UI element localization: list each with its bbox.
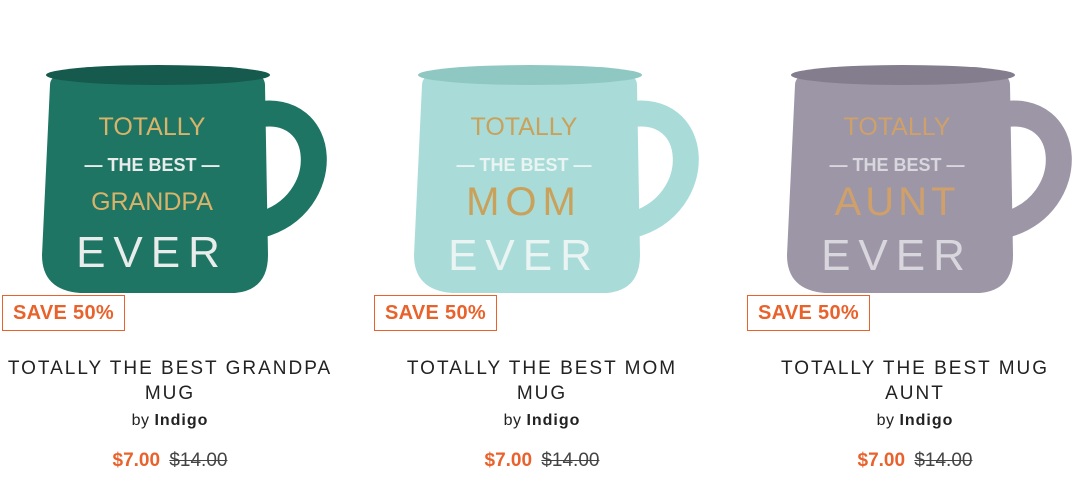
mug-rim [46, 65, 270, 85]
price-block: $7.00 $14.00 [372, 450, 712, 472]
mug-text-line: EVER [448, 231, 600, 280]
save-badge: SAVE 50% [2, 295, 125, 331]
sale-price: $7.00 [857, 450, 906, 471]
byline-prefix: by [131, 412, 150, 429]
mug-text-line: MOM [466, 180, 582, 224]
mug-text-line: — THE BEST — [84, 155, 219, 175]
brand-name: Indigo [526, 412, 581, 429]
brand-name: Indigo [154, 412, 209, 429]
mug-text-line: EVER [76, 228, 228, 277]
mug-rim [418, 65, 642, 85]
mug-illustration: TOTALLY — THE BEST — MOM EVER [414, 65, 699, 293]
product-title-line: TOTALLY THE BEST MUG [780, 358, 1050, 379]
product-title-line: AUNT [885, 383, 945, 404]
mug-text-line: TOTALLY [471, 113, 578, 141]
mug-text-line: — THE BEST — [456, 155, 591, 175]
mug-illustration: TOTALLY — THE BEST — GRANDPA EVER [42, 65, 327, 293]
original-price: $14.00 [914, 450, 973, 471]
product-image[interactable]: TOTALLY — THE BEST — MOM EVER [402, 55, 702, 305]
product-card[interactable]: TOTALLY — THE BEST — AUNT EVER SAVE 50% … [745, 0, 1080, 478]
product-title-line: MUG [516, 383, 568, 404]
original-price: $14.00 [541, 450, 600, 471]
mug-text-line: — THE BEST — [829, 155, 964, 175]
product-title-line: TOTALLY THE BEST GRANDPA [7, 358, 333, 379]
product-byline: by Indigo [0, 412, 340, 430]
sale-price: $7.00 [112, 450, 161, 471]
mug-illustration: TOTALLY — THE BEST — AUNT EVER [787, 65, 1072, 293]
product-title[interactable]: TOTALLY THE BEST MOM MUG [372, 356, 712, 406]
byline-prefix: by [503, 412, 522, 429]
product-card[interactable]: TOTALLY — THE BEST — MOM EVER SAVE 50% T… [372, 0, 712, 478]
brand-name: Indigo [899, 412, 954, 429]
product-byline: by Indigo [745, 412, 1080, 430]
price-block: $7.00 $14.00 [745, 450, 1080, 472]
product-image[interactable]: TOTALLY — THE BEST — AUNT EVER [775, 55, 1075, 305]
product-title[interactable]: TOTALLY THE BEST MUG AUNT [745, 356, 1080, 406]
mug-text-line: GRANDPA [91, 188, 213, 216]
product-image[interactable]: TOTALLY — THE BEST — GRANDPA EVER [30, 55, 330, 305]
mug-text-line: TOTALLY [99, 113, 206, 141]
mug-text-line: EVER [821, 231, 973, 280]
product-title-line: TOTALLY THE BEST MOM [406, 358, 678, 379]
save-badge: SAVE 50% [374, 295, 497, 331]
original-price: $14.00 [169, 450, 228, 471]
mug-rim [791, 65, 1015, 85]
product-title[interactable]: TOTALLY THE BEST GRANDPA MUG [0, 356, 340, 406]
sale-price: $7.00 [484, 450, 533, 471]
mug-text-line: AUNT [835, 180, 960, 224]
mug-text-line: TOTALLY [844, 113, 951, 141]
product-title-line: MUG [144, 383, 196, 404]
product-byline: by Indigo [372, 412, 712, 430]
save-badge: SAVE 50% [747, 295, 870, 331]
price-block: $7.00 $14.00 [0, 450, 340, 472]
byline-prefix: by [876, 412, 895, 429]
product-card[interactable]: TOTALLY — THE BEST — GRANDPA EVER SAVE 5… [0, 0, 340, 478]
